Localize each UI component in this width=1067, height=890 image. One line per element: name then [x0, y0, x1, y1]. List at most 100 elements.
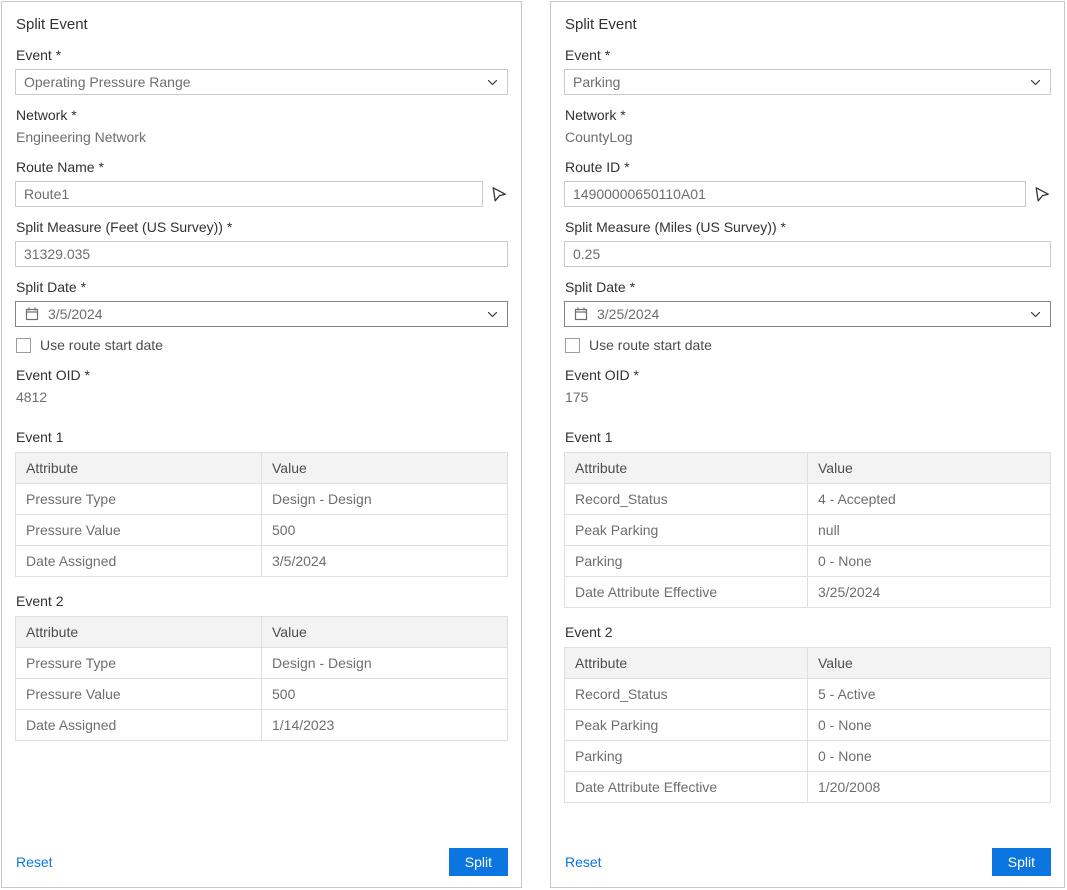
value-cell: 500	[262, 679, 508, 710]
attribute-cell: Pressure Type	[16, 484, 262, 515]
event-select-value: Parking	[573, 74, 1021, 90]
event-1-table: Attribute Value Pressure Type Design - D…	[15, 452, 508, 577]
attribute-cell: Parking	[565, 546, 808, 577]
use-route-start-date-checkbox[interactable]	[16, 338, 31, 353]
event-1-table: Attribute Value Record_Status 4 - Accept…	[564, 452, 1051, 608]
split-date-label: Split Date *	[16, 279, 508, 295]
table-header-row: Attribute Value	[565, 453, 1051, 484]
pick-route-on-map-icon[interactable]	[1033, 185, 1051, 203]
use-route-start-date-label: Use route start date	[40, 337, 163, 353]
event-label: Event *	[565, 47, 1051, 63]
event-1-heading: Event 1	[565, 429, 1051, 445]
calendar-icon	[24, 306, 40, 322]
table-row: Date Attribute Effective 3/25/2024	[565, 577, 1051, 608]
table-row: Pressure Value 500	[16, 679, 508, 710]
route-input[interactable]	[564, 181, 1026, 207]
split-measure-label: Split Measure (Feet (US Survey)) *	[16, 219, 508, 235]
table-row: Pressure Value 500	[16, 515, 508, 546]
event-select[interactable]: Operating Pressure Range	[15, 69, 508, 95]
table-row: Pressure Type Design - Design	[16, 648, 508, 679]
value-column-header: Value	[808, 648, 1051, 679]
attribute-cell: Parking	[565, 741, 808, 772]
event-oid-label: Event OID *	[16, 367, 508, 383]
value-column-header: Value	[262, 617, 508, 648]
attribute-cell: Record_Status	[565, 484, 808, 515]
split-date-picker[interactable]: 3/5/2024	[15, 301, 508, 327]
chevron-down-icon	[486, 308, 499, 321]
route-label: Route ID *	[565, 159, 1051, 175]
chevron-down-icon	[1029, 76, 1042, 89]
event-2-heading: Event 2	[565, 624, 1051, 640]
value-column-header: Value	[808, 453, 1051, 484]
page-title: Split Event	[16, 16, 508, 33]
split-button[interactable]: Split	[992, 848, 1051, 876]
attribute-cell: Pressure Value	[16, 515, 262, 546]
pick-route-on-map-icon[interactable]	[490, 185, 508, 203]
event-2-heading: Event 2	[16, 593, 508, 609]
route-input[interactable]	[15, 181, 483, 207]
table-row: Date Assigned 1/14/2023	[16, 710, 508, 741]
attribute-cell: Pressure Type	[16, 648, 262, 679]
use-route-start-date-checkbox[interactable]	[565, 338, 580, 353]
value-cell: 0 - None	[808, 546, 1051, 577]
attribute-cell: Peak Parking	[565, 515, 808, 546]
value-cell: 5 - Active	[808, 679, 1051, 710]
use-route-start-date-label: Use route start date	[589, 337, 712, 353]
calendar-icon	[573, 306, 589, 322]
attribute-cell: Date Attribute Effective	[565, 577, 808, 608]
attribute-column-header: Attribute	[16, 453, 262, 484]
split-measure-label: Split Measure (Miles (US Survey)) *	[565, 219, 1051, 235]
table-header-row: Attribute Value	[565, 648, 1051, 679]
value-cell: 1/14/2023	[262, 710, 508, 741]
split-button[interactable]: Split	[449, 848, 508, 876]
reset-link[interactable]: Reset	[565, 854, 602, 870]
event-oid-value: 175	[565, 389, 1051, 406]
network-value: CountyLog	[565, 129, 1051, 146]
network-label: Network *	[565, 107, 1051, 123]
value-cell: null	[808, 515, 1051, 546]
attribute-column-header: Attribute	[16, 617, 262, 648]
attribute-cell: Date Assigned	[16, 710, 262, 741]
table-header-row: Attribute Value	[16, 453, 508, 484]
attribute-cell: Pressure Value	[16, 679, 262, 710]
table-row: Parking 0 - None	[565, 546, 1051, 577]
split-measure-input[interactable]	[15, 241, 508, 267]
table-header-row: Attribute Value	[16, 617, 508, 648]
network-label: Network *	[16, 107, 508, 123]
table-row: Record_Status 5 - Active	[565, 679, 1051, 710]
value-column-header: Value	[262, 453, 508, 484]
split-event-panel-right: Split Event Event * Parking Network * Co…	[550, 1, 1065, 888]
value-cell: 500	[262, 515, 508, 546]
split-date-value: 3/25/2024	[597, 306, 1013, 322]
table-row: Date Attribute Effective 1/20/2008	[565, 772, 1051, 803]
network-value: Engineering Network	[16, 129, 508, 146]
event-1-heading: Event 1	[16, 429, 508, 445]
event-select-value: Operating Pressure Range	[24, 74, 478, 90]
split-event-panels: Split Event Event * Operating Pressure R…	[0, 0, 1067, 889]
attribute-cell: Date Assigned	[16, 546, 262, 577]
event-oid-value: 4812	[16, 389, 508, 406]
split-date-picker[interactable]: 3/25/2024	[564, 301, 1051, 327]
event-2-table: Attribute Value Pressure Type Design - D…	[15, 616, 508, 741]
attribute-cell: Record_Status	[565, 679, 808, 710]
attribute-column-header: Attribute	[565, 648, 808, 679]
chevron-down-icon	[486, 76, 499, 89]
table-row: Peak Parking 0 - None	[565, 710, 1051, 741]
attribute-cell: Peak Parking	[565, 710, 808, 741]
split-measure-input[interactable]	[564, 241, 1051, 267]
value-cell: Design - Design	[262, 648, 508, 679]
value-cell: 3/5/2024	[262, 546, 508, 577]
table-row: Parking 0 - None	[565, 741, 1051, 772]
table-row: Peak Parking null	[565, 515, 1051, 546]
reset-link[interactable]: Reset	[16, 854, 53, 870]
attribute-cell: Date Attribute Effective	[565, 772, 808, 803]
route-label: Route Name *	[16, 159, 508, 175]
attribute-column-header: Attribute	[565, 453, 808, 484]
event-label: Event *	[16, 47, 508, 63]
event-oid-label: Event OID *	[565, 367, 1051, 383]
table-row: Date Assigned 3/5/2024	[16, 546, 508, 577]
table-row: Pressure Type Design - Design	[16, 484, 508, 515]
event-select[interactable]: Parking	[564, 69, 1051, 95]
value-cell: 3/25/2024	[808, 577, 1051, 608]
page-title: Split Event	[565, 16, 1051, 33]
